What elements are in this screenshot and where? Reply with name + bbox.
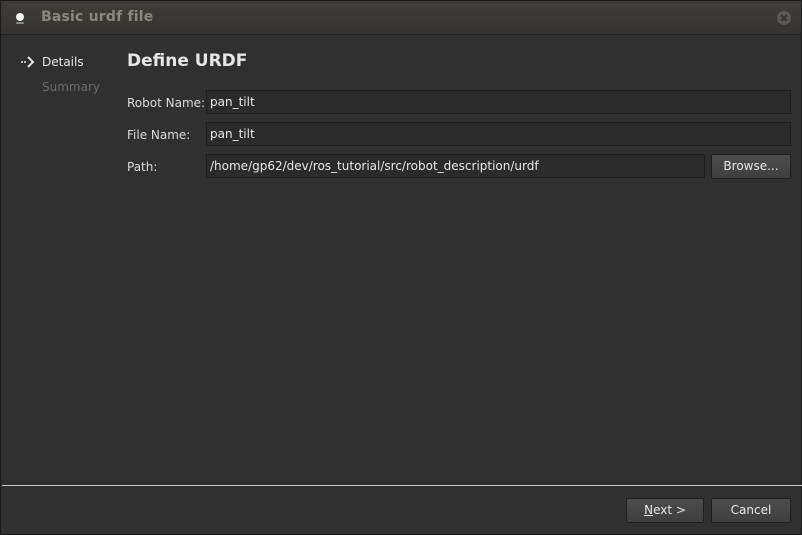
page-title: Define URDF [127,51,248,71]
step-summary: Summary [42,80,100,94]
wizard-window: Basic urdf file Details Summary Define U… [0,0,802,535]
app-icon [16,13,24,24]
step-details: Details [42,55,84,69]
file-name-label: File Name: [127,128,191,142]
browse-button[interactable]: Browse... [711,154,791,179]
title-bar[interactable]: Basic urdf file [1,1,801,35]
path-input[interactable]: /home/gp62/dev/ros_tutorial/src/robot_de… [206,154,705,178]
step-arrow-icon [21,56,35,68]
next-mnemonic: N [644,503,654,517]
footer-separator [2,485,802,486]
robot-name-input[interactable]: pan_tilt [206,90,791,114]
cancel-button[interactable]: Cancel [711,498,791,523]
robot-name-label: Robot Name: [127,96,206,110]
window-title: Basic urdf file [41,9,154,25]
next-button[interactable]: Next > [626,498,704,523]
next-label: ext > [653,503,686,517]
path-label: Path: [127,160,158,174]
file-name-input[interactable]: pan_tilt [206,122,791,146]
close-icon[interactable] [777,11,791,25]
